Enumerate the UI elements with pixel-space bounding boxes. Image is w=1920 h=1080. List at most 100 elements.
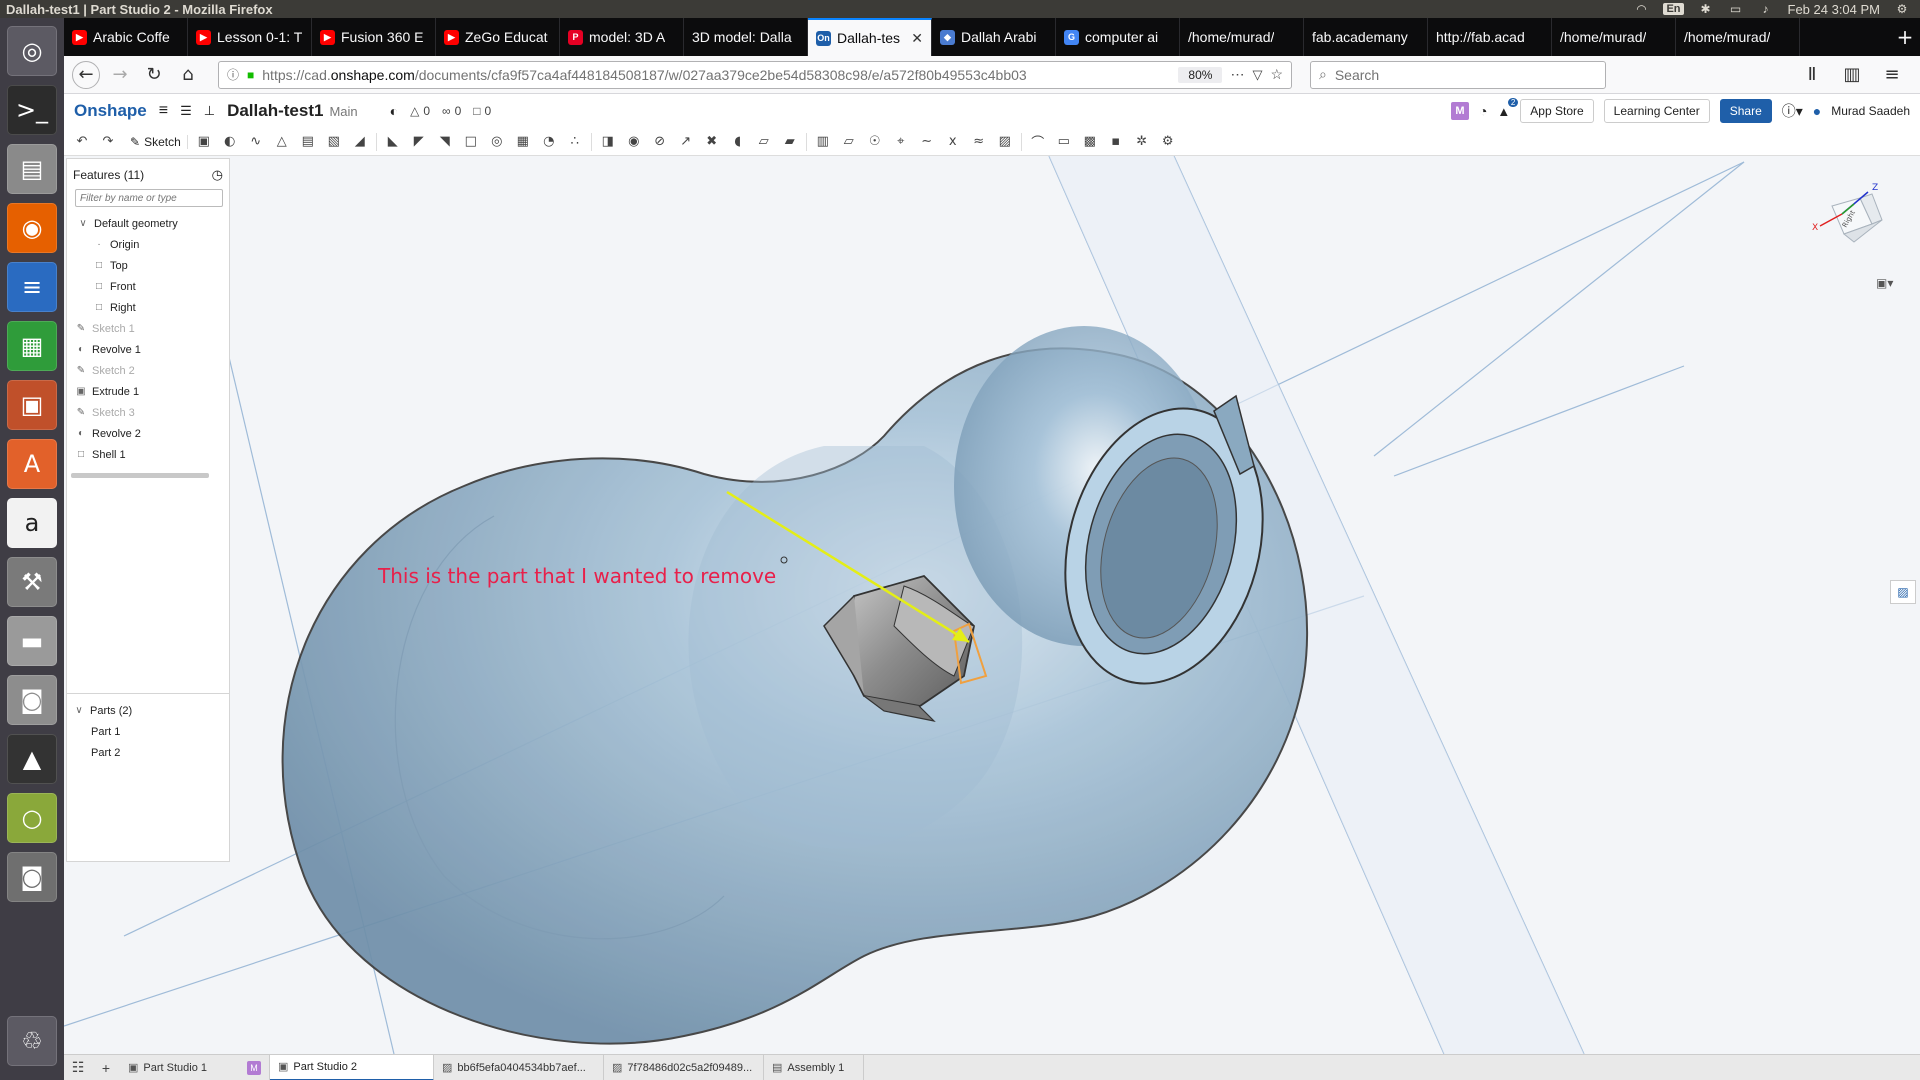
trash-icon[interactable]: ♲	[7, 1016, 57, 1066]
menu-icon[interactable]: ≡	[1878, 61, 1906, 89]
public-globe-icon[interactable]: ◐	[390, 103, 398, 119]
boolean-icon[interactable]: ◉	[624, 132, 644, 152]
model-canvas[interactable]	[64, 156, 1920, 1054]
browser-tab[interactable]: ▶ Fusion 360 E	[312, 18, 436, 56]
draft-icon[interactable]: ◤	[409, 132, 429, 152]
settings-gear-icon[interactable]: ⚙	[1894, 2, 1910, 16]
browser-tab[interactable]: /home/murad/	[1676, 18, 1800, 56]
browser-tab[interactable]: Pmodel: 3D A	[560, 18, 684, 56]
circular-pattern-icon[interactable]: ◔	[539, 132, 559, 152]
user-name[interactable]: Murad Saadeh	[1831, 104, 1910, 118]
graphics-viewport[interactable]: This is the part that I wanted to remove…	[64, 156, 1920, 1054]
browser-tab[interactable]: ▶ Arabic Coffe	[64, 18, 188, 56]
geometry-item-right[interactable]: □ Right	[67, 297, 229, 318]
camera-icon[interactable]: ◙	[7, 675, 57, 725]
search-input[interactable]: ⌕ Search	[1310, 60, 1606, 89]
fillet-icon[interactable]: ◢	[350, 132, 370, 152]
feature-item[interactable]: ▣ Extrude 1	[67, 381, 229, 402]
files-icon[interactable]: ▤	[7, 144, 57, 194]
curve-pattern-icon[interactable]: ∴	[565, 132, 585, 152]
likes-counter[interactable]: △ 0	[410, 104, 430, 118]
gear-icon[interactable]: ⚙	[1158, 132, 1178, 152]
amazon-icon[interactable]: a	[7, 498, 57, 548]
sketch-curve-icon[interactable]: ∼	[917, 132, 937, 152]
flatten-icon[interactable]: ▭	[1054, 132, 1074, 152]
app-store-button[interactable]: App Store	[1520, 99, 1594, 123]
software-center-icon[interactable]: A	[7, 439, 57, 489]
chevron-down-icon[interactable]: ∨	[77, 218, 89, 230]
back-button[interactable]: ←	[72, 60, 100, 89]
part-item[interactable]: Part 2	[67, 742, 229, 763]
share-button[interactable]: Share	[1719, 99, 1772, 123]
element-tab[interactable]: ▨ bb6f5efa0404534bb7aef...	[434, 1054, 604, 1080]
links-counter[interactable]: ∞ 0	[442, 104, 461, 118]
page-actions-icon[interactable]: ⋯	[1230, 66, 1244, 83]
helix-icon[interactable]: ☉	[865, 132, 885, 152]
thicken-icon[interactable]: ▤	[298, 132, 318, 152]
notifications-bell-icon[interactable]: ▲ 2	[1497, 97, 1519, 119]
browser-tab[interactable]: ▶ Lesson 0-1: T	[188, 18, 312, 56]
new-tab-button[interactable]: +	[1890, 18, 1920, 56]
libreoffice-calc-icon[interactable]: ▦	[7, 321, 57, 371]
library-icon[interactable]: Ⅱ	[1798, 61, 1826, 89]
feature-item[interactable]: ✎ Sketch 1	[67, 318, 229, 339]
element-tab[interactable]: ▤ Assembly 1	[764, 1054, 864, 1080]
system-settings-icon[interactable]: ⚒	[7, 557, 57, 607]
libreoffice-writer-icon[interactable]: ≡	[7, 262, 57, 312]
browser-tab[interactable]: /home/murad/	[1180, 18, 1304, 56]
browser-tab[interactable]: /home/murad/	[1552, 18, 1676, 56]
info-icon[interactable]: ⓘ	[227, 66, 239, 83]
extrude-icon[interactable]: ▣	[194, 132, 214, 152]
reload-button[interactable]: ↻	[140, 61, 168, 89]
bluetooth-icon[interactable]: ✱	[1698, 2, 1714, 16]
browser-tab[interactable]: Gcomputer ai	[1056, 18, 1180, 56]
undo-icon[interactable]: ↶	[72, 132, 92, 152]
sidebar-icon[interactable]: ▥	[1838, 61, 1866, 89]
mirror-icon[interactable]: ◨	[598, 132, 618, 152]
mate-connector-icon[interactable]: ⌖	[891, 132, 911, 152]
url-bar[interactable]: ⓘ ■ https://cad.onshape.com/documents/cf…	[218, 60, 1292, 89]
geometry-item-front[interactable]: □ Front	[67, 276, 229, 297]
hole-icon[interactable]: ◎	[487, 132, 507, 152]
shell-icon[interactable]: □	[461, 132, 481, 152]
rib-icon[interactable]: ◥	[435, 132, 455, 152]
enclose-icon[interactable]: ▧	[324, 132, 344, 152]
default-geometry-group[interactable]: ∨ Default geometry	[67, 213, 229, 234]
forward-button[interactable]: →	[106, 61, 134, 89]
document-title[interactable]: Dallah-test1	[227, 101, 323, 121]
loft-icon[interactable]: △	[272, 132, 292, 152]
comments-icon[interactable]: ◔	[1479, 103, 1487, 119]
image-viewer-icon[interactable]: ○	[7, 793, 57, 843]
keyboard-layout-indicator[interactable]: En	[1663, 3, 1684, 15]
chevron-down-icon[interactable]: ∨	[73, 705, 85, 717]
browser-tab[interactable]: ▶ ZeGo Educat	[436, 18, 560, 56]
volume-icon[interactable]: ♪	[1758, 2, 1774, 16]
zoom-level[interactable]: 80%	[1178, 66, 1223, 83]
firefox-icon[interactable]: ◉	[7, 203, 57, 253]
geometry-item-origin[interactable]: · Origin	[67, 234, 229, 255]
variable-icon[interactable]: x	[943, 132, 963, 152]
copies-counter[interactable]: □ 0	[473, 104, 491, 118]
drive-icon[interactable]: ▬	[7, 616, 57, 666]
element-tab[interactable]: ▣ Part Studio 1 M	[120, 1054, 270, 1080]
screenshot-icon[interactable]: ◙	[7, 852, 57, 902]
home-button[interactable]: ⌂	[174, 61, 202, 89]
element-tab[interactable]: ▣ Part Studio 2	[270, 1054, 434, 1080]
plane-icon[interactable]: ▱	[839, 132, 859, 152]
part-item[interactable]: Part 1	[67, 721, 229, 742]
document-menu-icon[interactable]: ☰	[180, 103, 192, 119]
feature-item[interactable]: □ Shell 1	[67, 444, 229, 465]
measure-icon[interactable]: ✲	[1132, 132, 1152, 152]
user-m-badge[interactable]: M	[1450, 102, 1469, 120]
chamfer-icon[interactable]: ◣	[383, 132, 403, 152]
history-clock-icon[interactable]: ◷	[212, 167, 223, 183]
redo-icon[interactable]: ↷	[98, 132, 118, 152]
appearance-panel-icon[interactable]: ▨	[1890, 580, 1916, 604]
element-tab[interactable]: ▨ 7f78486d02c5a2f09489...	[604, 1054, 764, 1080]
feature-item[interactable]: ✎ Sketch 3	[67, 402, 229, 423]
inkscape-icon[interactable]: ▲	[7, 734, 57, 784]
onshape-logo[interactable]: Onshape	[74, 101, 147, 121]
offset-surface-icon[interactable]: ▥	[813, 132, 833, 152]
hamburger-menu-icon[interactable]: ≡	[159, 102, 168, 120]
learning-center-button[interactable]: Learning Center	[1603, 99, 1710, 123]
